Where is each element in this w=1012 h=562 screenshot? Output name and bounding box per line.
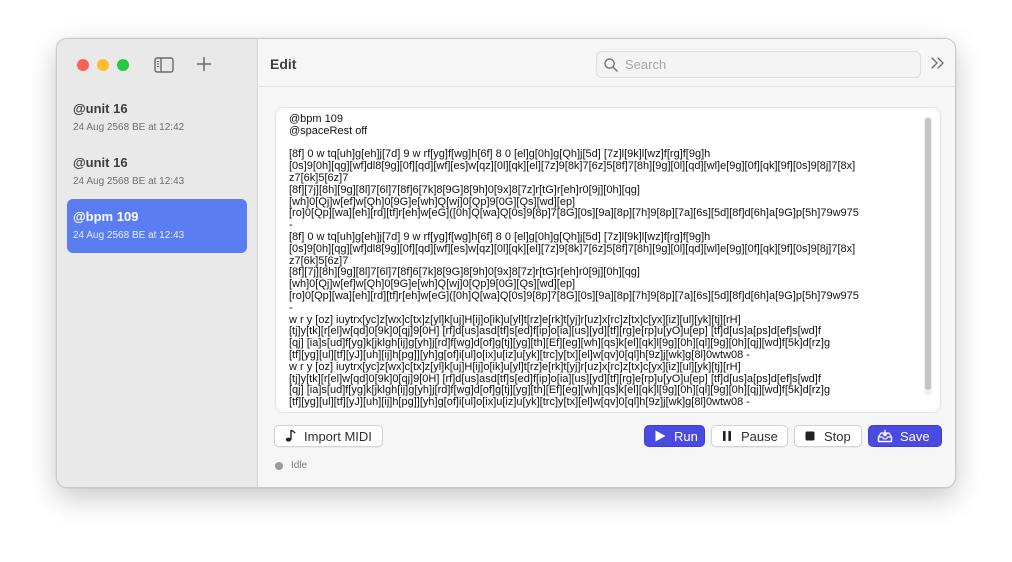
play-icon [653, 429, 667, 443]
search-input[interactable] [623, 52, 913, 77]
status-text: Idle [291, 460, 308, 471]
script-editor[interactable]: @bpm 109 @spaceRest off [8f] 0 w tq[uh]g… [276, 108, 940, 412]
new-note-button[interactable] [194, 54, 214, 74]
note-title: @bpm 109 [73, 209, 139, 224]
pause-button[interactable]: Pause [711, 425, 788, 447]
save-button[interactable]: Save [868, 425, 942, 447]
note-list-item[interactable]: @unit 16 24 Aug 2568 BE at 12:42 [67, 91, 247, 145]
window-controls [77, 59, 129, 71]
sidebar-icon [154, 56, 174, 73]
more-toolbar-items-button[interactable] [930, 56, 946, 70]
run-label: Run [674, 428, 698, 444]
pause-icon [720, 429, 734, 443]
search-icon [604, 58, 618, 72]
minimize-window-button[interactable] [97, 59, 109, 71]
music-note-icon [283, 429, 297, 443]
save-label: Save [900, 428, 930, 444]
save-tray-icon [877, 429, 893, 443]
search-field[interactable] [596, 51, 921, 78]
close-window-button[interactable] [77, 59, 89, 71]
status-bar: Idle [275, 460, 307, 471]
run-button[interactable]: Run [644, 425, 705, 447]
note-title: @unit 16 [73, 155, 128, 170]
toolbar: Edit [258, 39, 955, 87]
import-midi-button[interactable]: Import MIDI [274, 425, 383, 447]
toggle-sidebar-button[interactable] [154, 56, 174, 73]
sidebar: @unit 16 24 Aug 2568 BE at 12:42 @unit 1… [57, 39, 258, 487]
stop-icon [803, 429, 817, 443]
pause-label: Pause [741, 428, 778, 444]
editor-panel: @bpm 109 @spaceRest off [8f] 0 w tq[uh]g… [275, 107, 941, 413]
note-date: 24 Aug 2568 BE at 12:42 [73, 122, 185, 133]
script-text[interactable]: @bpm 109 @spaceRest off [8f] 0 w tq[uh]g… [289, 114, 914, 409]
import-midi-label: Import MIDI [304, 428, 372, 444]
note-list-item[interactable]: @unit 16 24 Aug 2568 BE at 12:43 [67, 145, 247, 199]
note-date: 24 Aug 2568 BE at 12:43 [73, 176, 185, 187]
status-indicator-icon [275, 461, 283, 470]
app-window: @unit 16 24 Aug 2568 BE at 12:42 @unit 1… [56, 38, 956, 488]
note-date: 24 Aug 2568 BE at 12:43 [73, 230, 185, 241]
editor-pane: Edit @bpm 109 @spaceRest off [8f] 0 w tq… [258, 39, 955, 487]
page-title: Edit [270, 56, 297, 72]
editor-scrollbar[interactable] [924, 116, 932, 396]
zoom-window-button[interactable] [117, 59, 129, 71]
plus-icon [196, 56, 212, 72]
editor-scroll-thumb[interactable] [925, 118, 931, 390]
note-list-item-selected[interactable]: @bpm 109 24 Aug 2568 BE at 12:43 [67, 199, 247, 253]
note-title: @unit 16 [73, 101, 128, 116]
notes-list: @unit 16 24 Aug 2568 BE at 12:42 @unit 1… [67, 91, 247, 253]
chevron-double-right-icon [931, 57, 944, 69]
stop-label: Stop [824, 428, 851, 444]
stop-button[interactable]: Stop [794, 425, 862, 447]
